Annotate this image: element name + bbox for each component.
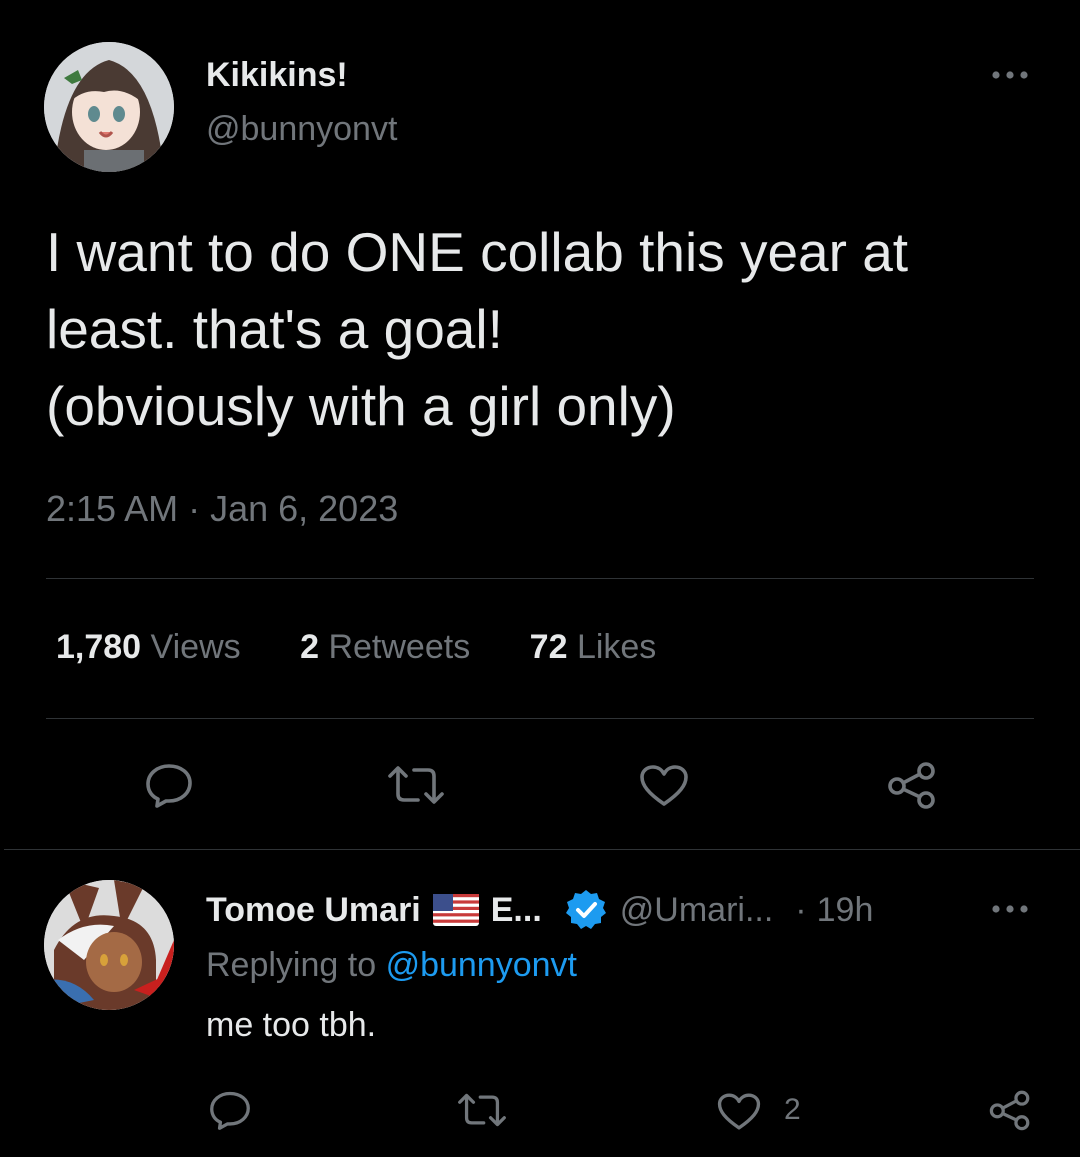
author-name[interactable]: Kikikins! — [206, 56, 348, 95]
verified-badge-icon — [564, 888, 608, 932]
replying-prefix: Replying to — [206, 946, 377, 984]
like-icon[interactable] — [638, 764, 690, 808]
tweet-text: I want to do ONE collab this year at lea… — [46, 214, 1046, 445]
tweet-timestamp[interactable]: 2:15 AM · Jan 6, 2023 — [46, 488, 398, 530]
retweet-icon[interactable] — [386, 764, 446, 806]
like-icon[interactable] — [716, 1092, 762, 1132]
share-icon[interactable] — [988, 1088, 1032, 1132]
reply-header: Tomoe Umari E... @Umari... · 19h — [206, 888, 873, 932]
divider — [46, 578, 1034, 579]
avatar-image — [44, 42, 174, 172]
reply-author-avatar[interactable] — [44, 880, 174, 1010]
tweet-text-line: I want to do ONE collab this year at — [46, 221, 909, 283]
author-avatar[interactable] — [44, 42, 174, 172]
tweet-text-line: least. that's a goal! — [46, 298, 503, 360]
reply-author-name[interactable]: Tomoe Umari — [206, 891, 421, 930]
reply-icon[interactable] — [208, 1090, 252, 1130]
tweet-stats: 1,780 Views 2 Retweets 72 Likes — [56, 628, 706, 667]
replying-to: Replying to @bunnyonvt — [206, 946, 577, 985]
divider — [4, 849, 1080, 850]
likes-stat[interactable]: 72 Likes — [530, 628, 657, 666]
tweet-text-line: (obviously with a girl only) — [46, 375, 676, 437]
reply-text: me too tbh. — [206, 1006, 377, 1044]
retweets-stat[interactable]: 2 Retweets — [300, 628, 470, 666]
author-handle[interactable]: @bunnyonvt — [206, 110, 397, 149]
share-icon[interactable] — [886, 760, 938, 810]
us-flag-icon — [432, 894, 479, 926]
divider — [46, 718, 1034, 719]
separator-dot: · — [795, 890, 807, 929]
more-options-icon[interactable] — [988, 62, 1032, 88]
views-stat[interactable]: 1,780 Views — [56, 628, 241, 666]
reply-icon[interactable] — [144, 762, 194, 808]
replying-to-link[interactable]: @bunnyonvt — [386, 946, 577, 984]
reply-author-handle[interactable]: @Umari... — [620, 891, 774, 930]
more-options-icon[interactable] — [988, 896, 1032, 922]
avatar-image — [44, 880, 174, 1010]
retweet-icon[interactable] — [456, 1092, 508, 1128]
reply-time[interactable]: 19h — [817, 891, 874, 930]
reply-like-count: 2 — [784, 1093, 801, 1126]
reply-author-name-suffix[interactable]: E... — [491, 891, 542, 930]
